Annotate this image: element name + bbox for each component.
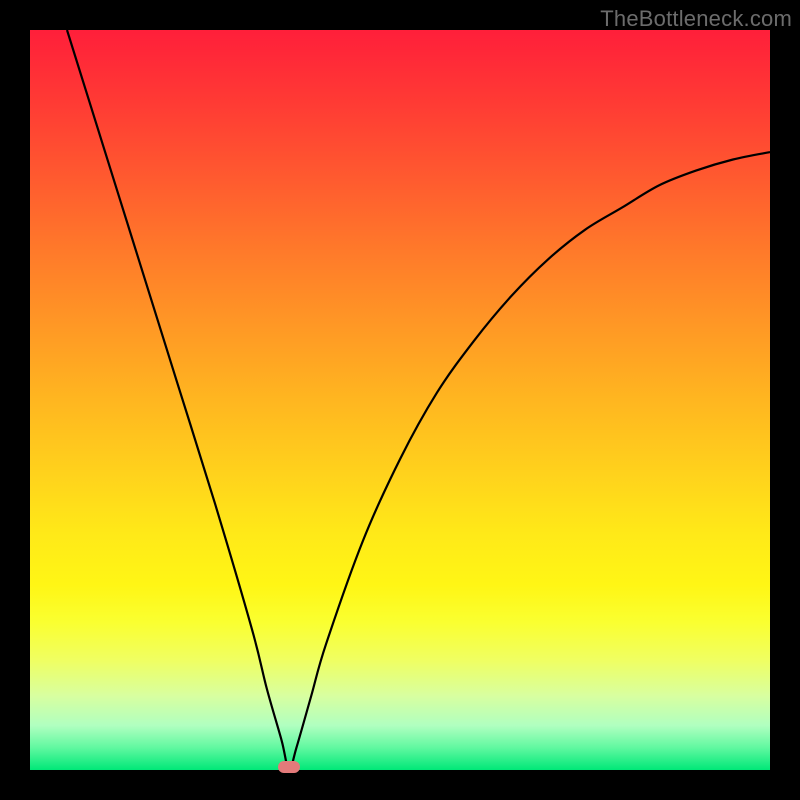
chart-svg <box>30 30 770 770</box>
watermark-text: TheBottleneck.com <box>600 6 792 32</box>
chart-frame: TheBottleneck.com <box>0 0 800 800</box>
bottleneck-curve <box>67 30 770 770</box>
optimal-point-marker <box>278 761 300 773</box>
